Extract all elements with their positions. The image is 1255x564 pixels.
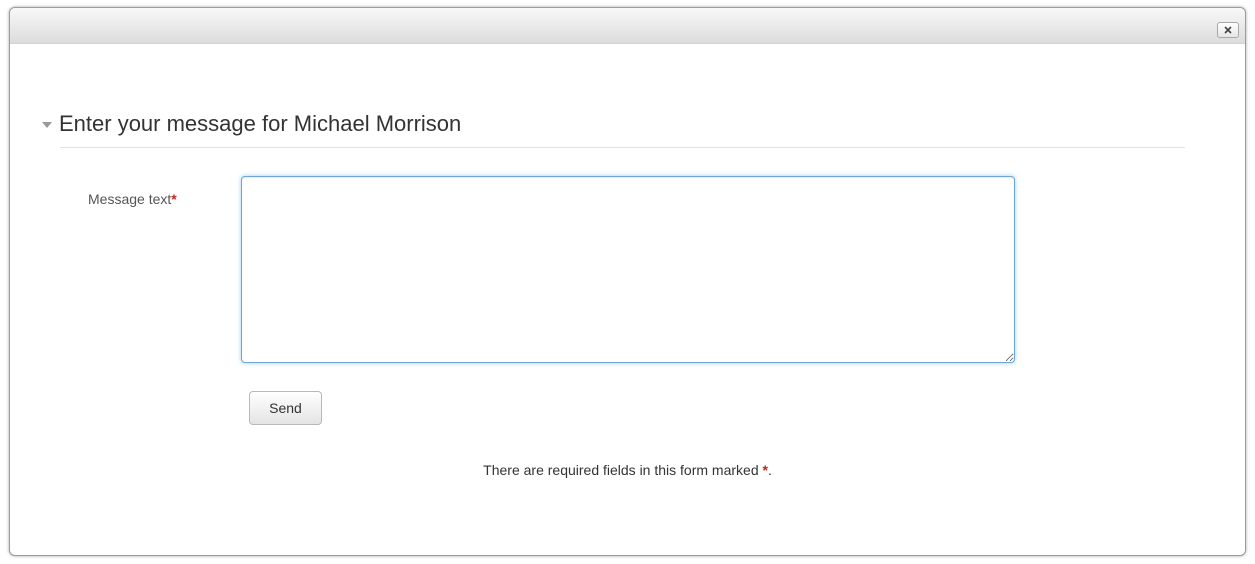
required-marker: * <box>171 191 177 207</box>
collapse-caret-icon[interactable] <box>42 122 52 128</box>
close-icon <box>1224 26 1232 34</box>
message-text-input[interactable] <box>241 176 1015 363</box>
close-button[interactable] <box>1217 22 1239 38</box>
legend-title: Enter your message for Michael Morrison <box>59 111 462 136</box>
required-note-period: . <box>767 462 772 478</box>
message-text-label-text: Message text <box>88 191 172 207</box>
dialog-header <box>10 8 1245 44</box>
message-text-label: Message text* <box>88 191 177 207</box>
fieldset-legend[interactable]: Enter your message for Michael Morrison <box>42 106 461 142</box>
send-button[interactable]: Send <box>249 391 322 425</box>
required-note-text: There are required fields in this form m… <box>483 462 759 478</box>
legend-divider <box>60 147 1185 148</box>
required-fields-note: There are required fields in this form m… <box>0 462 1255 478</box>
